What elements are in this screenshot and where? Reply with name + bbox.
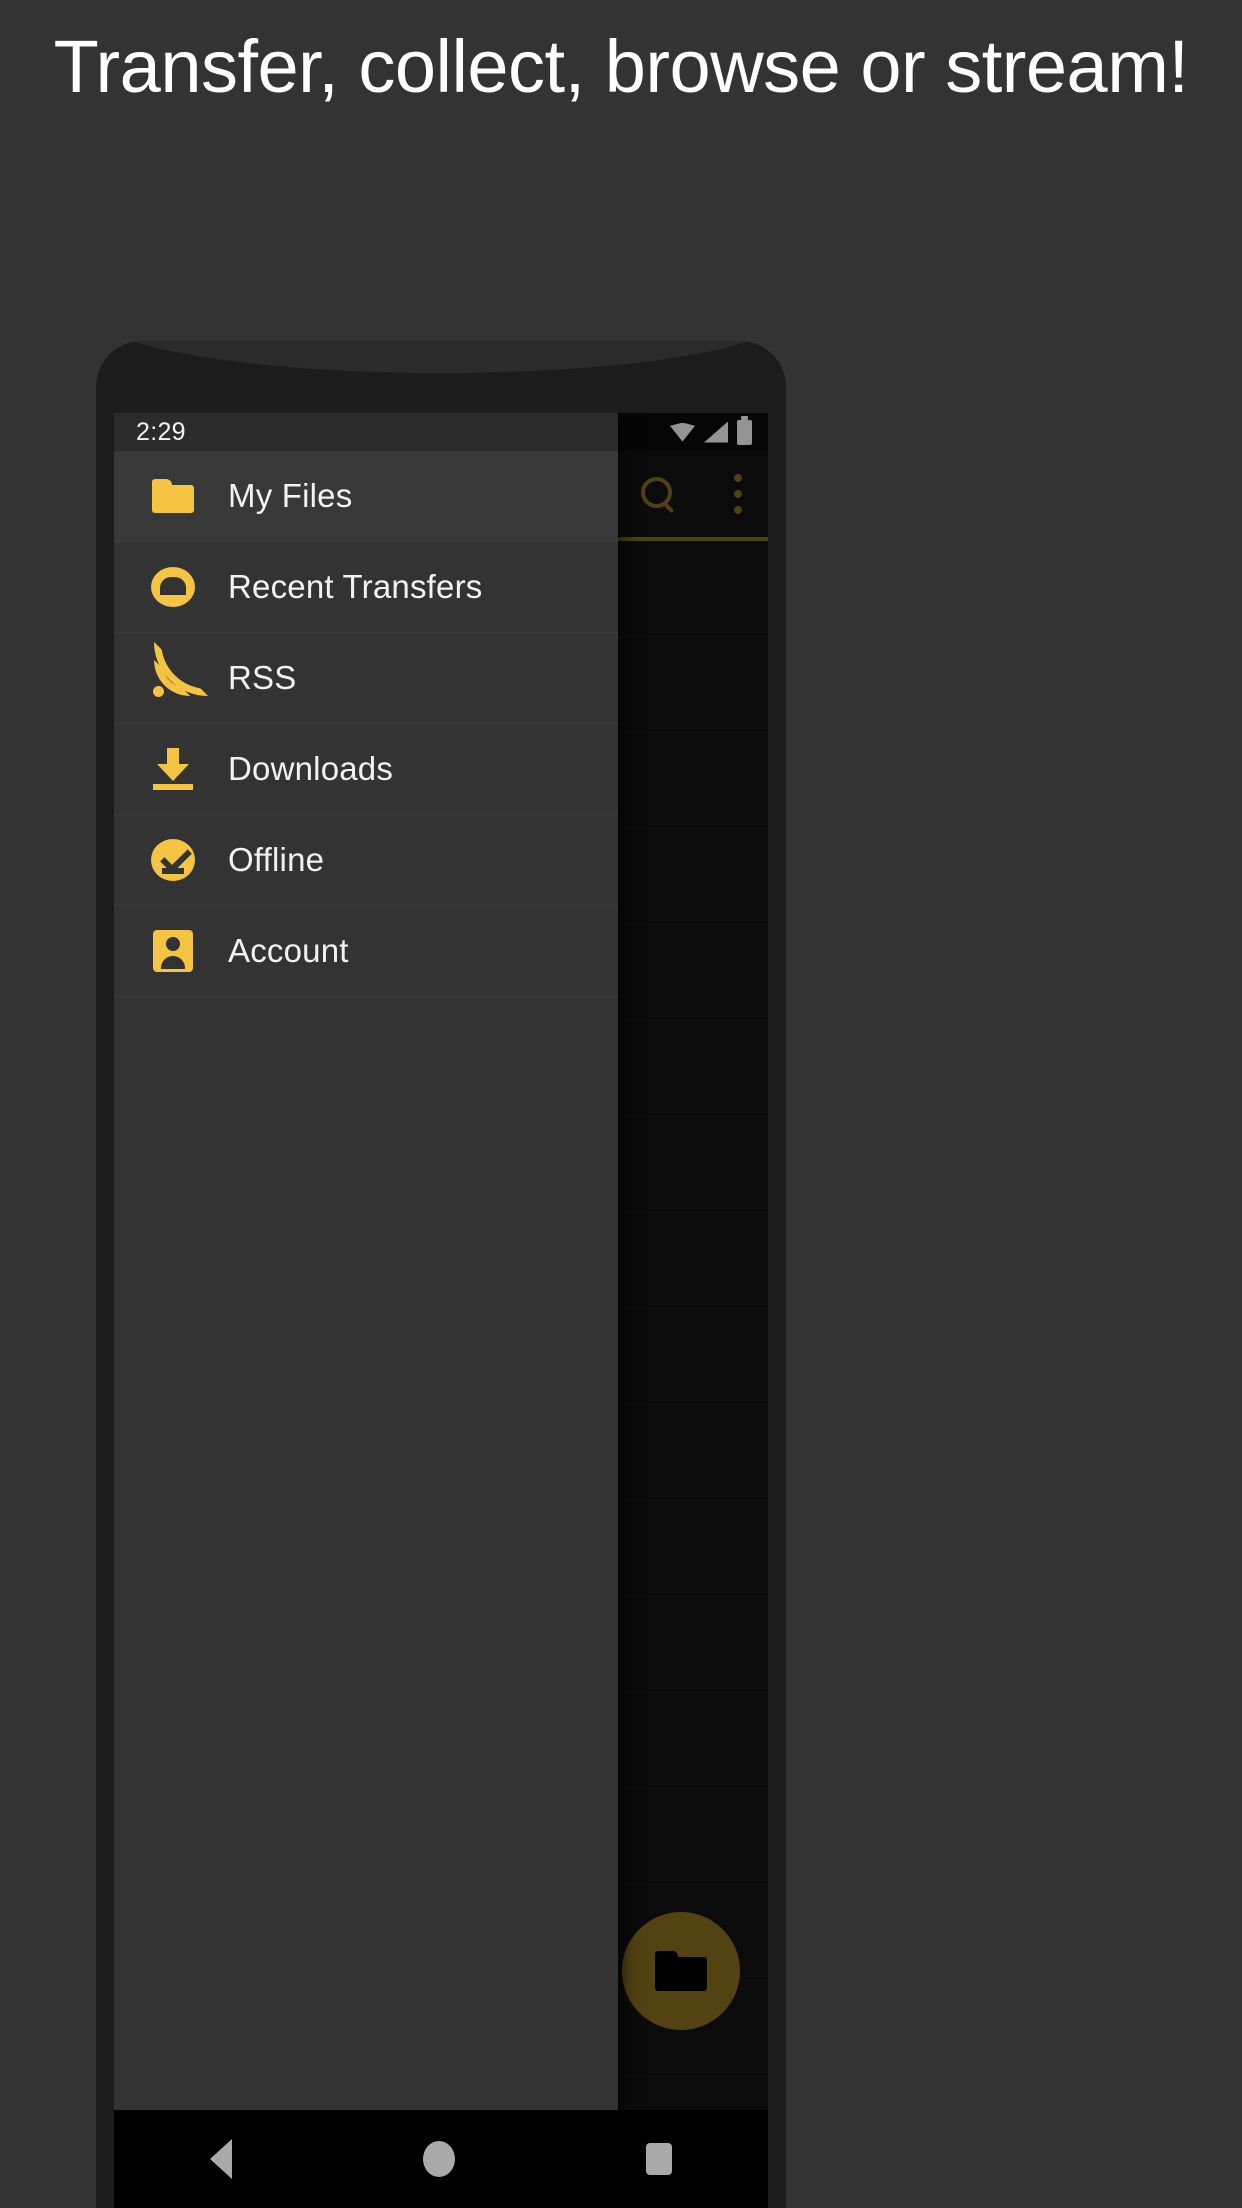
drawer-item-account[interactable]: Account: [114, 906, 618, 997]
drawer-item-recent-transfers[interactable]: Recent Transfers: [114, 542, 618, 633]
rss-icon: [150, 655, 196, 701]
offline-icon: [150, 837, 196, 883]
download-icon: [150, 746, 196, 792]
page-headline: Transfer, collect, browse or stream!: [53, 25, 1189, 108]
navigation-drawer: 2:29 My Files Recent Transfers RSS Downl…: [114, 413, 618, 2110]
drawer-item-label: Recent Transfers: [228, 568, 483, 605]
phone-frame: 2:29 My Files Recent Transfers RSS Downl…: [96, 341, 786, 2208]
back-triangle-icon[interactable]: [209, 2139, 232, 2179]
home-circle-icon[interactable]: [422, 2141, 455, 2177]
drawer-item-rss[interactable]: RSS: [114, 633, 618, 724]
status-bar-clock: 2:29: [136, 417, 186, 446]
account-icon: [150, 928, 196, 974]
drawer-item-list: My Files Recent Transfers RSS Downloads: [114, 451, 618, 997]
drawer-item-label: Offline: [228, 841, 325, 878]
cloud-icon: [150, 564, 196, 610]
drawer-item-label: RSS: [228, 659, 297, 696]
folder-icon: [150, 473, 196, 519]
drawer-item-label: My Files: [228, 477, 353, 514]
drawer-item-offline[interactable]: Offline: [114, 815, 618, 906]
drawer-status-bar: 2:29: [114, 413, 618, 451]
drawer-item-downloads[interactable]: Downloads: [114, 724, 618, 815]
drawer-item-label: Account: [228, 932, 349, 969]
drawer-item-my-files[interactable]: My Files: [114, 451, 618, 542]
phone-screen: 2:29 My Files Recent Transfers RSS Downl…: [114, 413, 768, 2208]
recents-square-icon[interactable]: [646, 2143, 673, 2175]
android-navigation-bar: [114, 2110, 768, 2208]
drawer-item-label: Downloads: [228, 750, 394, 787]
